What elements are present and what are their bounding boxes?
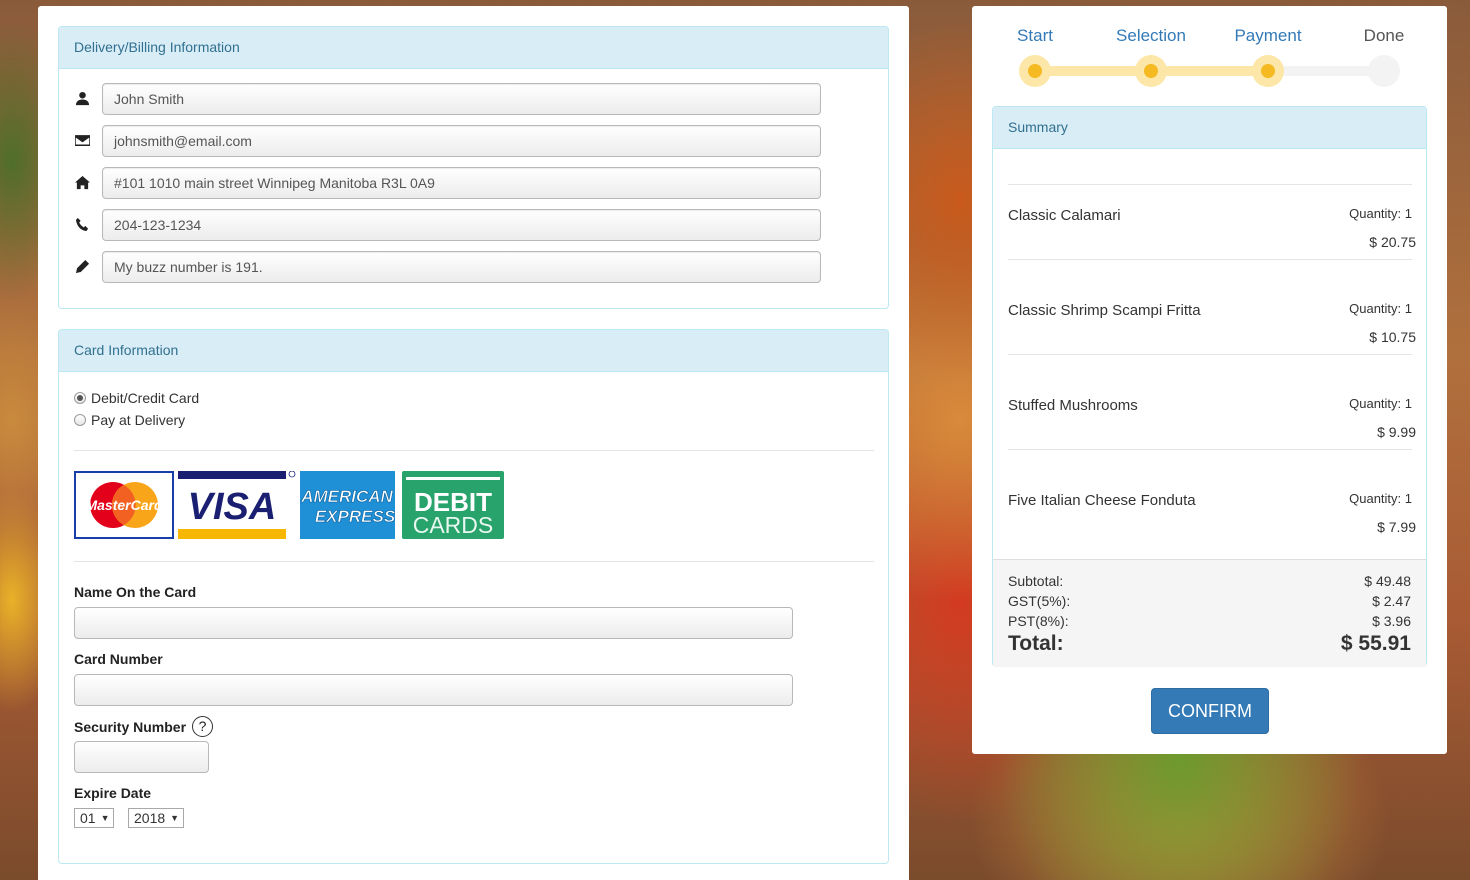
divider: [74, 561, 874, 562]
card-information-panel: Card Information Debit/Credit Card Pay a…: [58, 329, 889, 864]
help-icon[interactable]: ?: [192, 716, 214, 737]
item-price: $ 9.99: [1377, 424, 1416, 440]
amex-logo-line2: EXPRESS: [315, 507, 395, 526]
envelope-icon: [74, 132, 90, 148]
user-icon: [74, 90, 90, 106]
total-value: $ 55.91: [1340, 632, 1411, 655]
summary-item: Five Italian Cheese Fonduta Quantity: 1 …: [1008, 449, 1416, 544]
expire-date-label: Expire Date: [74, 785, 152, 801]
card-number-input[interactable]: [74, 674, 793, 706]
step-payment-dot: [1252, 55, 1284, 87]
item-price: $ 7.99: [1377, 519, 1416, 535]
step-payment-label: Payment: [1234, 26, 1302, 45]
pencil-icon: [74, 258, 90, 274]
item-quantity: Quantity: 1: [1349, 301, 1412, 316]
radio-debit-credit[interactable]: [74, 392, 86, 404]
expire-year-value: 2018: [134, 810, 166, 826]
visa-logo-text: VISA: [188, 486, 277, 528]
divider: [74, 450, 874, 451]
item-quantity: Quantity: 1: [1349, 491, 1412, 506]
payment-option-delivery-label: Pay at Delivery: [91, 412, 186, 428]
expire-year-select[interactable]: 2018 ▼: [128, 808, 184, 828]
payment-option-card-label: Debit/Credit Card: [91, 390, 200, 406]
expire-date-selects: 01 ▼ 2018 ▼: [74, 808, 274, 828]
dropdown-arrow-icon: ▼: [100, 813, 110, 823]
security-number-input[interactable]: [74, 741, 209, 773]
order-summary-panel: Start Selection Payment Done Summary Cla…: [972, 6, 1447, 754]
item-name: Classic Shrimp Scampi Fritta: [1008, 302, 1201, 319]
checkout-form-panel: Delivery/Billing Information John Smith …: [38, 6, 909, 880]
item-name: Classic Calamari: [1008, 207, 1121, 224]
payment-option-card[interactable]: Debit/Credit Card: [74, 389, 199, 407]
summary-panel: Summary Classic Calamari Quantity: 1 $ 2…: [992, 106, 1427, 667]
email-field-row: johnsmith@email.com: [74, 125, 834, 157]
radio-pay-at-delivery[interactable]: [74, 414, 86, 426]
item-name: Five Italian Cheese Fonduta: [1008, 492, 1196, 509]
debit-cards-logo[interactable]: DEBIT CARDS: [402, 471, 504, 539]
step-track-remaining: [1268, 66, 1384, 76]
name-field-row: John Smith: [74, 83, 834, 115]
phone-icon: [74, 216, 90, 232]
phone-field-row: 204-123-1234: [74, 209, 834, 241]
gst-value: $ 2.47: [1372, 593, 1411, 609]
dropdown-arrow-icon: ▼: [170, 813, 180, 823]
security-number-label: Security Number?: [74, 716, 214, 739]
subtotal-value: $ 49.48: [1364, 573, 1411, 589]
delivery-billing-panel: Delivery/Billing Information John Smith …: [58, 26, 889, 309]
card-information-heading: Card Information: [59, 330, 888, 372]
debit-logo-line2: CARDS: [413, 512, 494, 538]
note-field-row: My buzz number is 191.: [74, 251, 834, 283]
delivery-note-input[interactable]: My buzz number is 191.: [102, 251, 821, 283]
step-done-label: Done: [1363, 26, 1405, 45]
amex-logo-line1: AMERICAN: [300, 487, 393, 506]
subtotal-label: Subtotal:: [1008, 573, 1064, 589]
full-name-input[interactable]: John Smith: [102, 83, 821, 115]
delivery-billing-heading: Delivery/Billing Information: [59, 27, 888, 69]
name-on-card-label: Name On the Card: [74, 584, 197, 600]
step-selection-dot: [1135, 55, 1167, 87]
item-quantity: Quantity: 1: [1349, 206, 1412, 221]
amex-logo[interactable]: AMERICAN EXPRESS: [300, 471, 396, 539]
item-quantity: Quantity: 1: [1349, 396, 1412, 411]
expire-month-select[interactable]: 01 ▼: [74, 808, 114, 828]
email-input[interactable]: johnsmith@email.com: [102, 125, 821, 157]
gst-label: GST(5%):: [1008, 593, 1071, 609]
pst-label: PST(8%):: [1008, 613, 1069, 629]
step-selection-label: Selection: [1116, 26, 1186, 45]
mastercard-logo-text: MasterCard: [85, 497, 162, 513]
progress-steps: Start Selection Payment Done: [972, 6, 1447, 96]
item-price: $ 20.75: [1369, 234, 1416, 250]
visa-logo[interactable]: VISA: [178, 470, 296, 539]
home-icon: [74, 174, 90, 190]
item-name: Stuffed Mushrooms: [1008, 397, 1138, 414]
phone-input[interactable]: 204-123-1234: [102, 209, 821, 241]
step-done-dot: [1368, 55, 1400, 87]
step-start-label: Start: [1017, 26, 1053, 45]
totals-section: Subtotal: $ 49.48 GST(5%): $ 2.47 PST(8%…: [993, 559, 1426, 667]
address-input[interactable]: #101 1010 main street Winnipeg Manitoba …: [102, 167, 821, 199]
name-on-card-input[interactable]: [74, 607, 793, 639]
item-price: $ 10.75: [1369, 329, 1416, 345]
security-number-label-text: Security Number: [74, 719, 187, 736]
summary-item: Stuffed Mushrooms Quantity: 1 $ 9.99: [1008, 354, 1416, 449]
pst-value: $ 3.96: [1372, 613, 1411, 629]
summary-heading: Summary: [993, 107, 1426, 149]
mastercard-logo[interactable]: MasterCard: [74, 471, 174, 539]
step-start-dot: [1019, 55, 1051, 87]
address-field-row: #101 1010 main street Winnipeg Manitoba …: [74, 167, 834, 199]
confirm-button[interactable]: CONFIRM: [1151, 688, 1269, 734]
summary-item: Classic Shrimp Scampi Fritta Quantity: 1…: [1008, 259, 1416, 354]
card-number-label: Card Number: [74, 651, 163, 667]
expire-month-value: 01: [80, 810, 96, 826]
payment-option-delivery[interactable]: Pay at Delivery: [74, 411, 185, 429]
total-label: Total:: [1008, 632, 1064, 655]
